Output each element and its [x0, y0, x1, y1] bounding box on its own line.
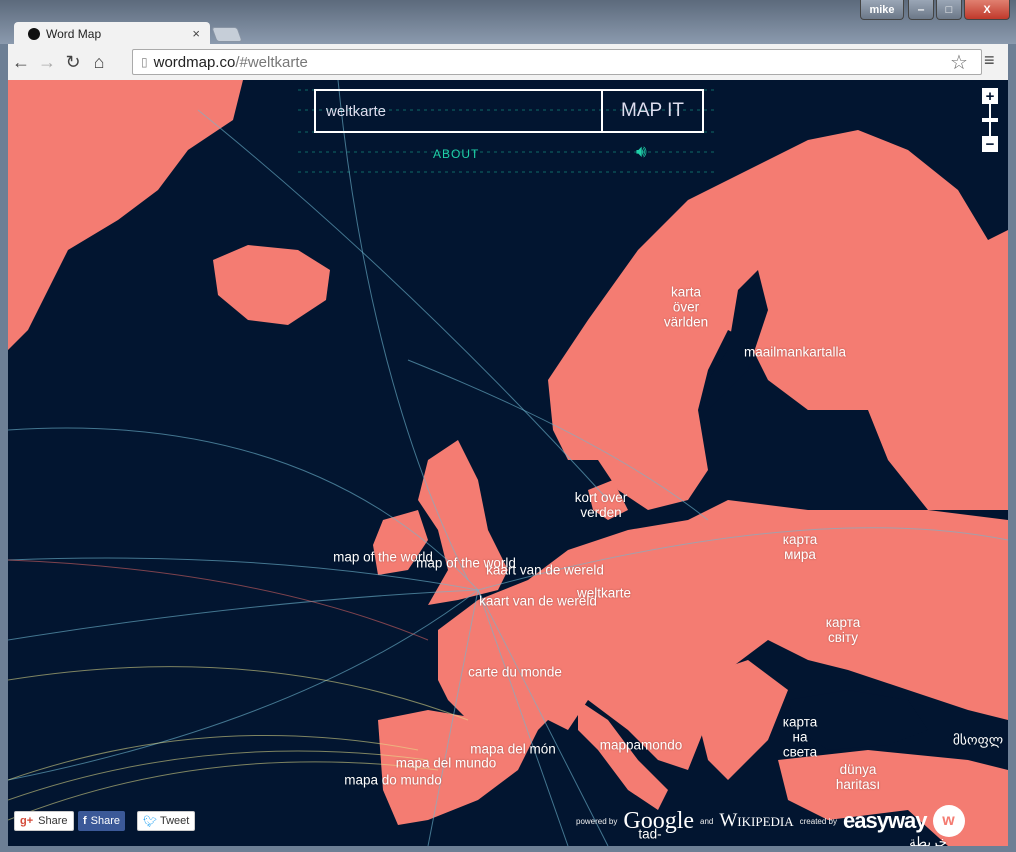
iceland	[213, 245, 330, 325]
word-label[interactable]: карта на света	[783, 715, 817, 760]
page-icon: ▯	[141, 55, 148, 69]
zoom-out-button[interactable]: −	[982, 136, 998, 152]
tab-title: Word Map	[46, 26, 102, 41]
facebook-icon: f	[83, 815, 87, 827]
credits: powered by Google and Wikipedia created …	[576, 805, 965, 837]
balkans	[688, 660, 788, 780]
tweet-button[interactable]: 🐦︎ Tweet	[137, 811, 196, 831]
google-plus-icon: g+	[20, 815, 34, 827]
back-icon[interactable]: ←	[8, 52, 34, 73]
word-label[interactable]: carte du monde	[468, 665, 562, 680]
word-label[interactable]: mapa do mundo	[344, 773, 442, 788]
close-tab-icon[interactable]: ×	[192, 26, 200, 41]
twitter-icon: 🐦︎	[143, 815, 157, 828]
word-label[interactable]: kaart van de wereld	[479, 594, 597, 609]
word-label[interactable]: karta över världen	[664, 285, 708, 330]
word-label[interactable]: მსოფლ	[953, 733, 1003, 748]
google-logo[interactable]: Google	[623, 808, 694, 835]
speaker-icon[interactable]: 🔊︎	[636, 142, 647, 162]
zoom-track	[989, 122, 991, 136]
search-input[interactable]	[316, 91, 601, 131]
easyway-icon: w	[932, 805, 965, 837]
word-label[interactable]: mapa del mundo	[396, 756, 497, 771]
menu-icon[interactable]: ≡	[984, 50, 995, 71]
favicon-icon	[28, 27, 40, 40]
close-window-button[interactable]: X	[964, 0, 1010, 20]
reload-icon[interactable]: ↻	[60, 52, 86, 73]
new-tab-button[interactable]	[211, 27, 243, 42]
word-label[interactable]: dünya haritası	[836, 762, 880, 792]
easyway-logo[interactable]: easyway	[843, 808, 928, 834]
about-link[interactable]: ABOUT	[433, 147, 479, 161]
word-label[interactable]: kort over verden	[575, 490, 628, 520]
zoom-track	[989, 104, 991, 118]
minimize-button[interactable]: ‒	[908, 0, 934, 20]
word-label[interactable]: kaart van de wereld	[486, 563, 604, 578]
word-map[interactable]: karta över världen maailmankartalla kort o…	[8, 80, 1008, 846]
word-label[interactable]: карта світу	[826, 615, 860, 645]
zoom-control: + −	[982, 88, 998, 152]
maximize-button[interactable]: □	[936, 0, 962, 20]
bookmark-star-icon[interactable]: ☆	[950, 50, 968, 75]
facebook-share-button[interactable]: f Share	[78, 811, 126, 831]
wikipedia-logo[interactable]: Wikipedia	[719, 810, 793, 832]
word-label[interactable]: mapa del món	[470, 742, 556, 757]
greenland	[8, 80, 243, 350]
map-canvas	[8, 80, 1008, 846]
word-label[interactable]: maailmankartalla	[744, 345, 846, 360]
great-britain	[418, 440, 508, 605]
search-box: MAP IT	[314, 89, 704, 133]
word-label[interactable]: mappamondo	[600, 738, 683, 753]
browser-toolbar: ← → ↻ ⌂ ▯ wordmap.co/#weltkarte ☆ ≡	[8, 44, 1008, 80]
zoom-in-button[interactable]: +	[982, 88, 998, 104]
word-label[interactable]: карта мира	[783, 532, 817, 562]
map-it-button[interactable]: MAP IT	[601, 91, 702, 131]
tab-word-map[interactable]: Word Map ×	[14, 22, 210, 45]
forward-icon[interactable]: →	[34, 52, 60, 73]
profile-button[interactable]: mike	[860, 0, 904, 20]
home-icon[interactable]: ⌂	[86, 52, 112, 73]
address-bar[interactable]: ▯ wordmap.co/#weltkarte	[132, 49, 982, 75]
google-plus-share-button[interactable]: g+ Share	[14, 811, 74, 831]
